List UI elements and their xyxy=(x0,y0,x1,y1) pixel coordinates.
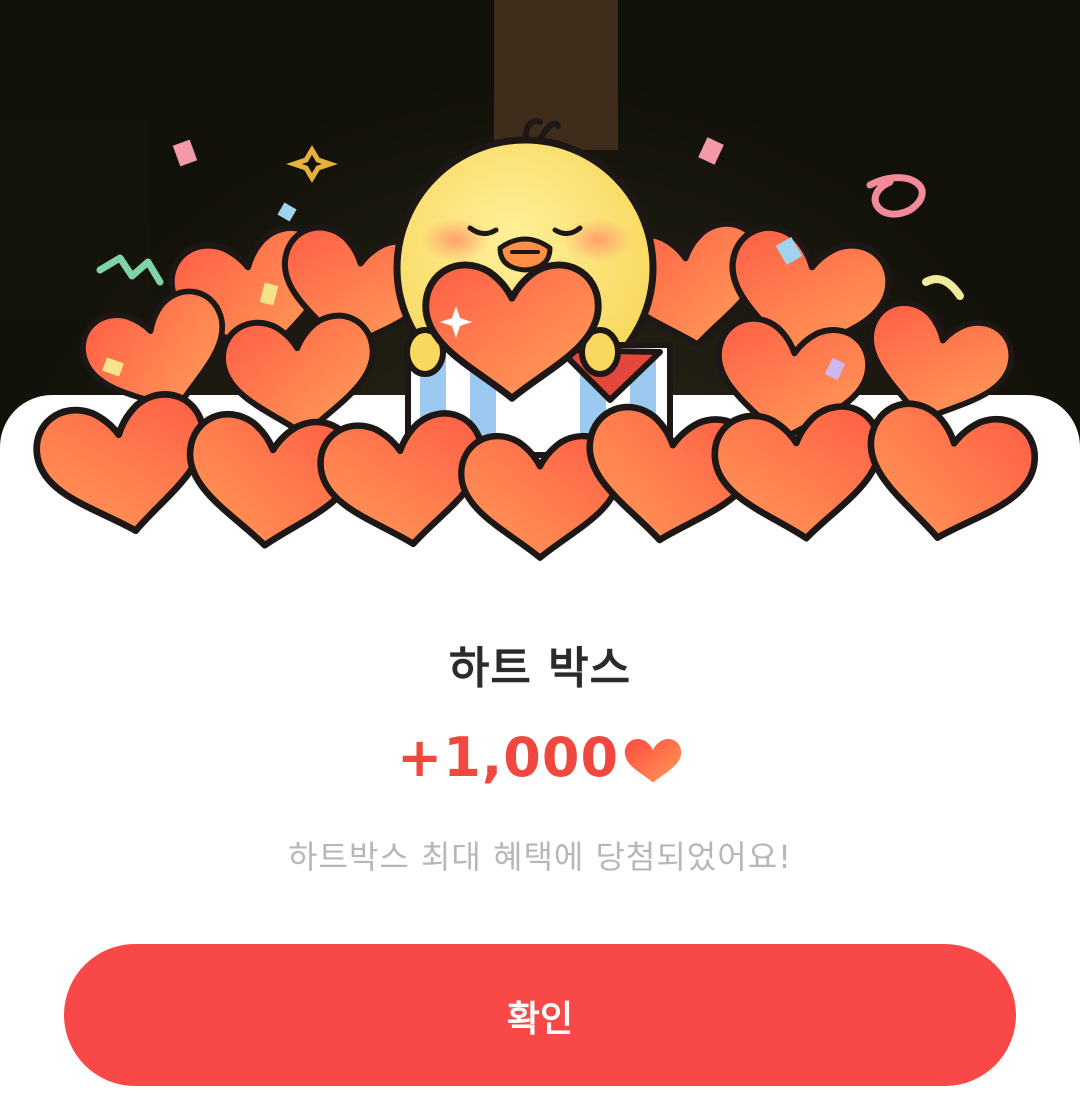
heart-box-illustration xyxy=(33,118,1039,561)
confirm-button-label: 확인 xyxy=(506,999,574,1040)
reward-amount: +1,000 xyxy=(396,726,620,789)
popup-title: 하트 박스 xyxy=(448,643,632,694)
reward-message: 하트박스 최대 혜택에 당첨되었어요! xyxy=(288,838,792,876)
heart-icon xyxy=(624,738,682,782)
reward-row: +1,000 xyxy=(0,726,1080,789)
confirm-button[interactable]: 확인 xyxy=(64,944,1016,1086)
